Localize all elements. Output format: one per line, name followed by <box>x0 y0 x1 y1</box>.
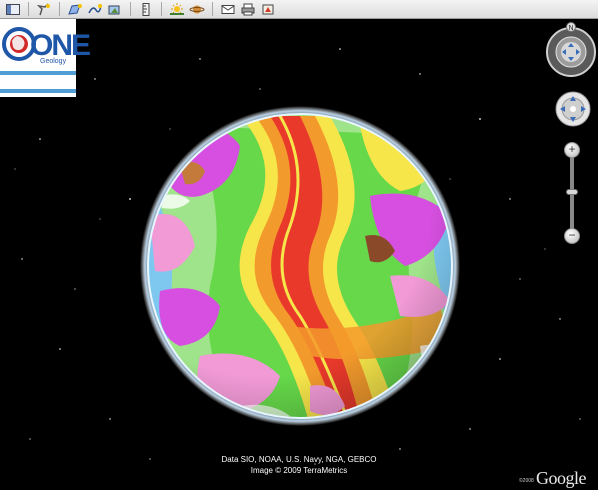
toolbar-separator <box>212 2 213 16</box>
logo-band-bottom <box>0 89 76 93</box>
path-icon[interactable] <box>86 2 104 17</box>
toolbar <box>0 0 598 19</box>
sidebar-icon[interactable] <box>4 2 22 17</box>
planet-icon[interactable] <box>188 2 206 17</box>
zoom-out-button[interactable]: − <box>564 228 580 244</box>
email-icon[interactable] <box>219 2 237 17</box>
ruler-icon[interactable] <box>137 2 155 17</box>
north-label: N <box>568 25 573 32</box>
google-logo[interactable]: Google <box>536 468 587 489</box>
zoom-in-button[interactable]: + <box>564 142 580 158</box>
zoom-slider[interactable]: + − <box>564 142 580 244</box>
earth-viewer[interactable]: ONE Geology N + − Data SIO, NOAA, U.S. N… <box>0 0 598 490</box>
globe[interactable] <box>140 106 460 426</box>
toolbar-separator <box>130 2 131 16</box>
navigation-compass[interactable]: N <box>545 22 597 78</box>
look-control[interactable] <box>555 91 591 127</box>
placemark-icon[interactable] <box>35 2 53 17</box>
one-geology-logo[interactable]: ONE Geology <box>0 19 91 97</box>
zoom-thumb[interactable] <box>566 189 578 195</box>
sun-icon[interactable] <box>168 2 186 17</box>
toolbar-separator <box>59 2 60 16</box>
small-copyright: ©2008 <box>519 478 534 484</box>
credits-line-2: Image © 2009 TerraMetrics <box>250 466 348 475</box>
logo-subtitle: Geology <box>40 58 67 65</box>
toolbar-separator <box>161 2 162 16</box>
imagery-credits: Data SIO, NOAA, U.S. Navy, NGA, GEBCO Im… <box>0 454 598 476</box>
print-icon[interactable] <box>239 2 257 17</box>
polygon-icon[interactable] <box>66 2 84 17</box>
logo-band-top <box>0 71 76 75</box>
overlay-icon[interactable] <box>106 2 124 17</box>
toolbar-separator <box>28 2 29 16</box>
view-in-maps-icon[interactable] <box>259 2 277 17</box>
credits-line-1: Data SIO, NOAA, U.S. Navy, NGA, GEBCO <box>221 455 377 464</box>
